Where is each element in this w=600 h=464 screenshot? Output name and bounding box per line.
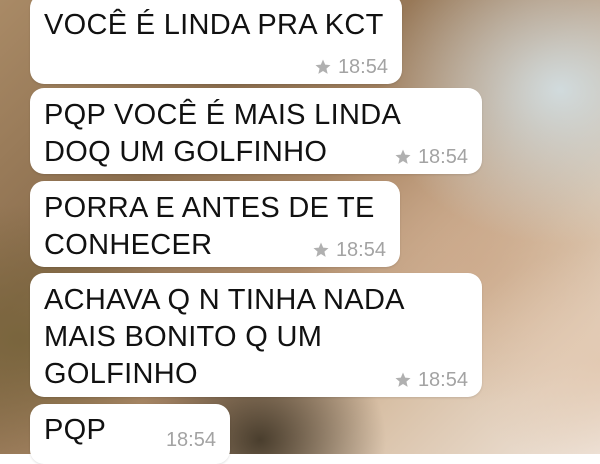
star-icon <box>395 372 411 387</box>
message-bubble[interactable]: PORRA E ANTES DE TE CONHECER 18:54 <box>30 181 400 267</box>
message-meta: 18:54 <box>166 428 216 452</box>
message-bubble[interactable]: PQP 18:54 <box>30 404 230 464</box>
star-icon <box>313 242 329 257</box>
message-text: VOCÊ É LINDA PRA KCT <box>44 9 384 41</box>
message-meta: 18:54 <box>312 238 386 262</box>
message-time: 18:54 <box>165 429 216 451</box>
message-time: 18:54 <box>417 369 468 391</box>
message-meta: 18:54 <box>394 145 468 169</box>
star-icon <box>395 149 411 164</box>
message-meta: 18:54 <box>314 55 388 79</box>
message-time: 18:54 <box>417 146 468 168</box>
message-text: PQP VOCÊ É MAIS LINDA DOQ UM GOLFINHO <box>44 99 402 168</box>
message-bubble[interactable]: ACHAVA Q N TINHA NADA MAIS BONITO Q UM G… <box>30 273 482 397</box>
message-meta: 18:54 <box>394 368 468 392</box>
message-time: 18:54 <box>337 56 388 78</box>
message-bubble[interactable]: PQP VOCÊ É MAIS LINDA DOQ UM GOLFINHO 18… <box>30 88 482 174</box>
message-time: 18:54 <box>335 239 386 261</box>
star-icon <box>315 59 331 74</box>
message-text: PQP <box>44 414 107 446</box>
message-bubble[interactable]: VOCÊ É LINDA PRA KCT 18:54 <box>30 0 402 84</box>
message-text: ACHAVA Q N TINHA NADA MAIS BONITO Q UM G… <box>44 284 405 390</box>
